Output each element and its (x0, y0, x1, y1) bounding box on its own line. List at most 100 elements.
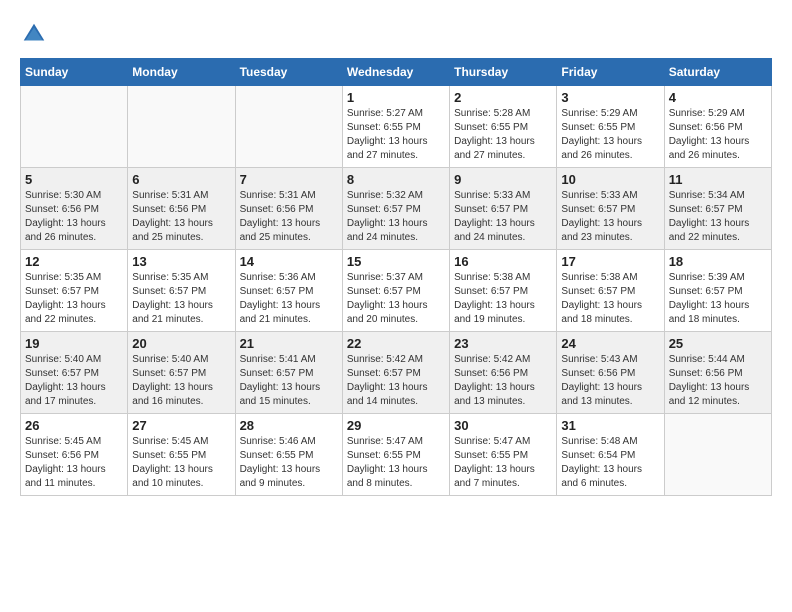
day-info: Sunrise: 5:37 AM Sunset: 6:57 PM Dayligh… (347, 271, 445, 327)
weekday-header: Thursday (450, 59, 557, 86)
calendar-cell: 24 Sunrise: 5:43 AM Sunset: 6:56 PM Dayli… (557, 332, 664, 414)
day-number: 10 (561, 172, 659, 187)
day-info: Sunrise: 5:40 AM Sunset: 6:57 PM Dayligh… (132, 353, 230, 409)
day-info: Sunrise: 5:45 AM Sunset: 6:56 PM Dayligh… (25, 435, 123, 491)
calendar-cell: 29 Sunrise: 5:47 AM Sunset: 6:55 PM Dayli… (342, 414, 449, 496)
weekday-header: Saturday (664, 59, 771, 86)
calendar-cell: 30 Sunrise: 5:47 AM Sunset: 6:55 PM Dayli… (450, 414, 557, 496)
day-number: 27 (132, 418, 230, 433)
day-number: 20 (132, 336, 230, 351)
day-info: Sunrise: 5:30 AM Sunset: 6:56 PM Dayligh… (25, 189, 123, 245)
calendar-cell: 2 Sunrise: 5:28 AM Sunset: 6:55 PM Daylig… (450, 86, 557, 168)
calendar-cell: 27 Sunrise: 5:45 AM Sunset: 6:55 PM Dayli… (128, 414, 235, 496)
day-info: Sunrise: 5:28 AM Sunset: 6:55 PM Dayligh… (454, 107, 552, 163)
day-number: 1 (347, 90, 445, 105)
day-info: Sunrise: 5:35 AM Sunset: 6:57 PM Dayligh… (25, 271, 123, 327)
day-number: 26 (25, 418, 123, 433)
day-info: Sunrise: 5:46 AM Sunset: 6:55 PM Dayligh… (240, 435, 338, 491)
day-info: Sunrise: 5:33 AM Sunset: 6:57 PM Dayligh… (561, 189, 659, 245)
calendar-cell: 5Sunrise: 5:30 AM Sunset: 6:56 PM Daylig… (21, 168, 128, 250)
day-number: 16 (454, 254, 552, 269)
day-number: 24 (561, 336, 659, 351)
day-info: Sunrise: 5:27 AM Sunset: 6:55 PM Dayligh… (347, 107, 445, 163)
logo (20, 20, 52, 48)
weekday-header: Tuesday (235, 59, 342, 86)
day-number: 23 (454, 336, 552, 351)
day-number: 29 (347, 418, 445, 433)
calendar-cell: 13 Sunrise: 5:35 AM Sunset: 6:57 PM Dayli… (128, 250, 235, 332)
calendar-cell: 1 Sunrise: 5:27 AM Sunset: 6:55 PM Daylig… (342, 86, 449, 168)
day-number: 22 (347, 336, 445, 351)
calendar-cell: 20 Sunrise: 5:40 AM Sunset: 6:57 PM Dayli… (128, 332, 235, 414)
calendar-cell: 10 Sunrise: 5:33 AM Sunset: 6:57 PM Dayli… (557, 168, 664, 250)
day-info: Sunrise: 5:42 AM Sunset: 6:56 PM Dayligh… (454, 353, 552, 409)
day-info: Sunrise: 5:33 AM Sunset: 6:57 PM Dayligh… (454, 189, 552, 245)
day-info: Sunrise: 5:44 AM Sunset: 6:56 PM Dayligh… (669, 353, 767, 409)
calendar-cell: 28 Sunrise: 5:46 AM Sunset: 6:55 PM Dayli… (235, 414, 342, 496)
day-number: 21 (240, 336, 338, 351)
calendar-cell: 4Sunrise: 5:29 AM Sunset: 6:56 PM Daylig… (664, 86, 771, 168)
calendar-cell: 21 Sunrise: 5:41 AM Sunset: 6:57 PM Dayli… (235, 332, 342, 414)
calendar-cell (128, 86, 235, 168)
calendar-table: SundayMondayTuesdayWednesdayThursdayFrid… (20, 58, 772, 496)
day-info: Sunrise: 5:48 AM Sunset: 6:54 PM Dayligh… (561, 435, 659, 491)
day-number: 17 (561, 254, 659, 269)
calendar-cell: 9 Sunrise: 5:33 AM Sunset: 6:57 PM Daylig… (450, 168, 557, 250)
day-info: Sunrise: 5:47 AM Sunset: 6:55 PM Dayligh… (347, 435, 445, 491)
calendar-cell (21, 86, 128, 168)
day-number: 11 (669, 172, 767, 187)
day-number: 9 (454, 172, 552, 187)
day-number: 18 (669, 254, 767, 269)
calendar-cell: 12 Sunrise: 5:35 AM Sunset: 6:57 PM Dayli… (21, 250, 128, 332)
day-number: 25 (669, 336, 767, 351)
day-info: Sunrise: 5:43 AM Sunset: 6:56 PM Dayligh… (561, 353, 659, 409)
calendar-cell: 6 Sunrise: 5:31 AM Sunset: 6:56 PM Daylig… (128, 168, 235, 250)
day-info: Sunrise: 5:39 AM Sunset: 6:57 PM Dayligh… (669, 271, 767, 327)
calendar-cell: 14 Sunrise: 5:36 AM Sunset: 6:57 PM Dayli… (235, 250, 342, 332)
page-header (20, 20, 772, 48)
day-number: 30 (454, 418, 552, 433)
day-info: Sunrise: 5:38 AM Sunset: 6:57 PM Dayligh… (454, 271, 552, 327)
weekday-header: Friday (557, 59, 664, 86)
weekday-header-row: SundayMondayTuesdayWednesdayThursdayFrid… (21, 59, 772, 86)
calendar-cell (664, 414, 771, 496)
calendar-week-row: 1 Sunrise: 5:27 AM Sunset: 6:55 PM Daylig… (21, 86, 772, 168)
day-info: Sunrise: 5:34 AM Sunset: 6:57 PM Dayligh… (669, 189, 767, 245)
day-info: Sunrise: 5:40 AM Sunset: 6:57 PM Dayligh… (25, 353, 123, 409)
calendar-cell: 3Sunrise: 5:29 AM Sunset: 6:55 PM Daylig… (557, 86, 664, 168)
day-info: Sunrise: 5:41 AM Sunset: 6:57 PM Dayligh… (240, 353, 338, 409)
logo-icon (20, 20, 48, 48)
day-number: 14 (240, 254, 338, 269)
day-number: 13 (132, 254, 230, 269)
day-info: Sunrise: 5:31 AM Sunset: 6:56 PM Dayligh… (240, 189, 338, 245)
day-info: Sunrise: 5:36 AM Sunset: 6:57 PM Dayligh… (240, 271, 338, 327)
day-info: Sunrise: 5:42 AM Sunset: 6:57 PM Dayligh… (347, 353, 445, 409)
day-info: Sunrise: 5:35 AM Sunset: 6:57 PM Dayligh… (132, 271, 230, 327)
calendar-cell (235, 86, 342, 168)
day-number: 12 (25, 254, 123, 269)
calendar-cell: 7Sunrise: 5:31 AM Sunset: 6:56 PM Daylig… (235, 168, 342, 250)
day-info: Sunrise: 5:47 AM Sunset: 6:55 PM Dayligh… (454, 435, 552, 491)
calendar-cell: 23 Sunrise: 5:42 AM Sunset: 6:56 PM Dayli… (450, 332, 557, 414)
calendar-cell: 18 Sunrise: 5:39 AM Sunset: 6:57 PM Dayli… (664, 250, 771, 332)
calendar-week-row: 19 Sunrise: 5:40 AM Sunset: 6:57 PM Dayli… (21, 332, 772, 414)
calendar-cell: 25 Sunrise: 5:44 AM Sunset: 6:56 PM Dayli… (664, 332, 771, 414)
day-number: 6 (132, 172, 230, 187)
day-number: 2 (454, 90, 552, 105)
weekday-header: Sunday (21, 59, 128, 86)
day-number: 19 (25, 336, 123, 351)
day-info: Sunrise: 5:45 AM Sunset: 6:55 PM Dayligh… (132, 435, 230, 491)
weekday-header: Wednesday (342, 59, 449, 86)
day-info: Sunrise: 5:31 AM Sunset: 6:56 PM Dayligh… (132, 189, 230, 245)
day-info: Sunrise: 5:29 AM Sunset: 6:56 PM Dayligh… (669, 107, 767, 163)
calendar-cell: 16 Sunrise: 5:38 AM Sunset: 6:57 PM Dayli… (450, 250, 557, 332)
calendar-cell: 15 Sunrise: 5:37 AM Sunset: 6:57 PM Dayli… (342, 250, 449, 332)
calendar-cell: 31Sunrise: 5:48 AM Sunset: 6:54 PM Dayli… (557, 414, 664, 496)
day-info: Sunrise: 5:38 AM Sunset: 6:57 PM Dayligh… (561, 271, 659, 327)
day-number: 8 (347, 172, 445, 187)
day-number: 28 (240, 418, 338, 433)
calendar-cell: 8 Sunrise: 5:32 AM Sunset: 6:57 PM Daylig… (342, 168, 449, 250)
day-info: Sunrise: 5:32 AM Sunset: 6:57 PM Dayligh… (347, 189, 445, 245)
calendar-cell: 11 Sunrise: 5:34 AM Sunset: 6:57 PM Dayli… (664, 168, 771, 250)
day-number: 15 (347, 254, 445, 269)
